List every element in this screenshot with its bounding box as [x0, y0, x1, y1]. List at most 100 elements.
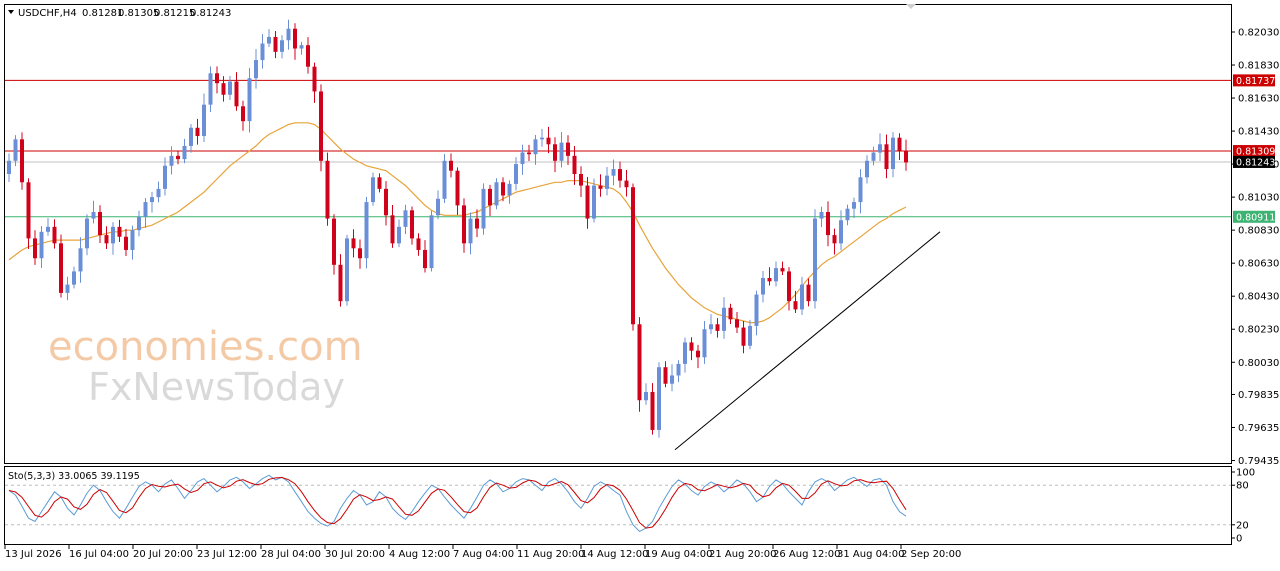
candle-body: [72, 271, 76, 285]
time-tick-label: 2 Sep 20:00: [901, 549, 961, 560]
candle-body: [819, 211, 824, 219]
watermark: economies.com FxNewsToday: [48, 324, 363, 409]
chart-header: USDCHF,H4 0.81281 0.81305 0.81215 0.8124…: [8, 8, 231, 19]
candle-body: [26, 182, 31, 239]
candle-body: [559, 142, 564, 161]
candle-body: [722, 307, 726, 331]
candle-body: [540, 137, 544, 140]
price-tick-label: 0.79435: [1238, 456, 1279, 467]
candle-body: [475, 218, 479, 229]
candle-body: [800, 284, 804, 310]
candle-body: [624, 180, 629, 188]
level-tag-label: 0.81243: [1236, 157, 1275, 168]
candle-body: [390, 215, 395, 244]
candle-body: [858, 177, 863, 203]
candle-body: [494, 182, 499, 206]
candle-body: [65, 284, 70, 293]
candle-body: [111, 226, 115, 244]
candle-body: [780, 268, 785, 272]
candle-body: [176, 155, 180, 160]
candle-body: [637, 324, 642, 401]
candle-body: [598, 185, 603, 189]
candle-body: [195, 127, 200, 137]
candle-body: [338, 264, 343, 302]
sto-tick-label: 0: [1236, 534, 1242, 545]
candle-body: [189, 127, 193, 146]
candle-body: [234, 81, 239, 107]
candle-body: [416, 238, 421, 250]
candle-body: [163, 165, 167, 189]
candle-body: [891, 137, 895, 170]
price-tick-label: 0.79635: [1238, 423, 1279, 434]
candle-body: [728, 307, 733, 320]
candle-body: [871, 152, 876, 161]
candle-body: [748, 325, 752, 346]
candle-body: [325, 160, 330, 219]
time-tick-label: 13 Jul 2026: [5, 549, 62, 560]
candle-body: [585, 185, 590, 219]
candle-body: [98, 211, 102, 236]
candle-body: [332, 218, 336, 265]
candle-body: [527, 152, 531, 155]
candle-body: [644, 391, 648, 401]
watermark-line1: economies.com: [48, 324, 363, 370]
candle-body: [436, 198, 440, 216]
sto-tick-label: 100: [1236, 468, 1255, 479]
candle-body: [241, 106, 245, 122]
candle-body: [377, 177, 382, 189]
price-tick-label: 0.81830: [1238, 61, 1279, 72]
candle-body: [423, 249, 427, 269]
candle-body: [592, 185, 596, 219]
candle-body: [306, 45, 310, 67]
candle-body: [39, 231, 44, 259]
candle-body: [455, 170, 460, 206]
indicator-axis: 100 80 20 0: [1231, 468, 1255, 545]
candle-body: [566, 142, 570, 156]
candle-body: [702, 329, 707, 358]
candle-body: [254, 60, 258, 79]
candle-body: [761, 278, 765, 295]
candle-body: [319, 91, 323, 161]
candle-body: [501, 182, 505, 196]
candle-body: [52, 226, 57, 244]
candle-body: [696, 350, 700, 358]
header-close: 0.81243: [190, 8, 231, 19]
candle-body: [286, 28, 291, 41]
candle-body: [735, 319, 739, 328]
price-tick-label: 0.80430: [1238, 292, 1279, 303]
candle-body: [312, 66, 317, 92]
sto-tick-label: 20: [1236, 520, 1249, 531]
candle-body: [826, 211, 830, 236]
candle-body: [904, 150, 908, 163]
candle-body: [215, 73, 219, 84]
candle-body: [59, 243, 63, 293]
candle-body: [449, 160, 453, 171]
candle-body: [442, 160, 447, 199]
candle-body: [806, 284, 811, 302]
candle-body: [533, 139, 538, 155]
candle-body: [852, 202, 856, 209]
candle-body: [410, 210, 414, 239]
time-axis: 13 Jul 2026 16 Jul 04:00 20 Jul 20:00 23 Ju…: [4, 545, 961, 560]
usdchf-h4-chart[interactable]: economies.com FxNewsToday USDCHF,H4 0.81…: [0, 0, 1280, 567]
level-tag-label: 0.80911: [1236, 212, 1275, 223]
candle-body: [676, 363, 681, 376]
price-tick-label: 0.79835: [1238, 390, 1279, 401]
candle-body: [46, 226, 50, 232]
price-tick-label: 0.81030: [1238, 193, 1279, 204]
candle-body: [299, 45, 304, 49]
candle-body: [397, 226, 401, 244]
time-tick-label: 31 Aug 04:00: [837, 549, 904, 560]
candle-body: [793, 301, 798, 310]
candle-body: [280, 40, 284, 52]
candle-body: [839, 220, 843, 244]
time-tick-label: 20 Jul 20:00: [133, 549, 193, 560]
candle-body: [689, 342, 694, 351]
candle-body: [884, 144, 889, 170]
candle-body: [351, 238, 356, 249]
indicator-label: Sto(5,3,3) 33.0065 39.1195: [8, 471, 140, 482]
time-tick-label: 28 Jul 04:00: [261, 549, 321, 560]
price-tick-label: 0.80030: [1238, 358, 1279, 369]
time-tick-label: 19 Aug 04:00: [645, 549, 712, 560]
candle-body: [514, 164, 518, 184]
